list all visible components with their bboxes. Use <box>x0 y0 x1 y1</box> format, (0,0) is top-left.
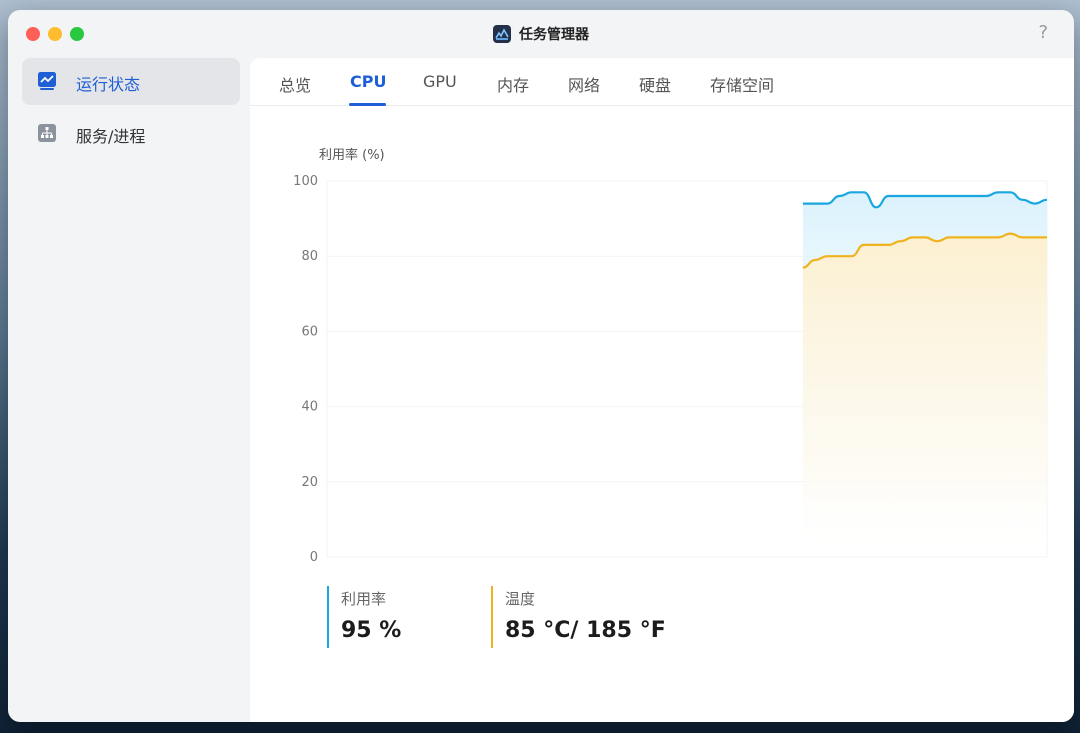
legend-temperature-label: 温度 <box>505 590 536 608</box>
y-tick-label: 40 <box>301 400 318 415</box>
sidebar-item-label: 服务/进程 <box>76 127 146 146</box>
window-title: 任务管理器 <box>519 27 589 43</box>
task-manager-window: 任务管理器 ? 运行状态 服务/进程 总览 CPU GPU 内存 网络 硬盘 存… <box>8 10 1074 722</box>
y-tick-label: 60 <box>301 324 318 339</box>
chart-areas <box>802 192 1047 558</box>
process-tree-icon <box>38 124 56 142</box>
legend-utilization: 利用率 95 % <box>327 586 477 648</box>
sidebar: 运行状态 服务/进程 <box>8 58 250 722</box>
task-manager-app-icon <box>493 25 511 43</box>
y-tick-label: 20 <box>301 475 318 490</box>
legend-utilization-value: 95 % <box>341 618 402 643</box>
sidebar-item-label: 运行状态 <box>76 75 141 94</box>
sidebar-item-running-status[interactable]: 运行状态 <box>22 58 240 105</box>
legend-utilization-swatch <box>327 586 329 648</box>
main-panel: 总览 CPU GPU 内存 网络 硬盘 存储空间 利用率 (%) 0 20 40… <box>250 58 1074 722</box>
y-tick-label: 0 <box>310 550 318 565</box>
activity-chart-icon <box>38 72 56 90</box>
help-icon[interactable]: ? <box>1038 22 1048 43</box>
y-axis-ticks: 0 20 40 60 80 100 <box>293 174 318 565</box>
legend-temperature-value: 85 °C/ 185 °F <box>505 618 666 643</box>
temperature-area <box>802 233 1047 557</box>
y-tick-label: 100 <box>293 174 318 189</box>
y-axis-label: 利用率 (%) <box>319 147 385 163</box>
window-title-area: 任务管理器 <box>8 24 1074 44</box>
legend-utilization-label: 利用率 <box>341 590 387 608</box>
y-tick-label: 80 <box>301 249 318 264</box>
legend-temperature: 温度 85 °C/ 185 °F <box>491 586 731 648</box>
title-bar: 任务管理器 ? <box>8 10 1074 58</box>
cpu-usage-chart: 利用率 (%) 0 20 40 60 80 100 <box>293 147 1048 565</box>
sidebar-item-services-processes[interactable]: 服务/进程 <box>22 110 240 157</box>
legend-temperature-swatch <box>491 586 493 648</box>
